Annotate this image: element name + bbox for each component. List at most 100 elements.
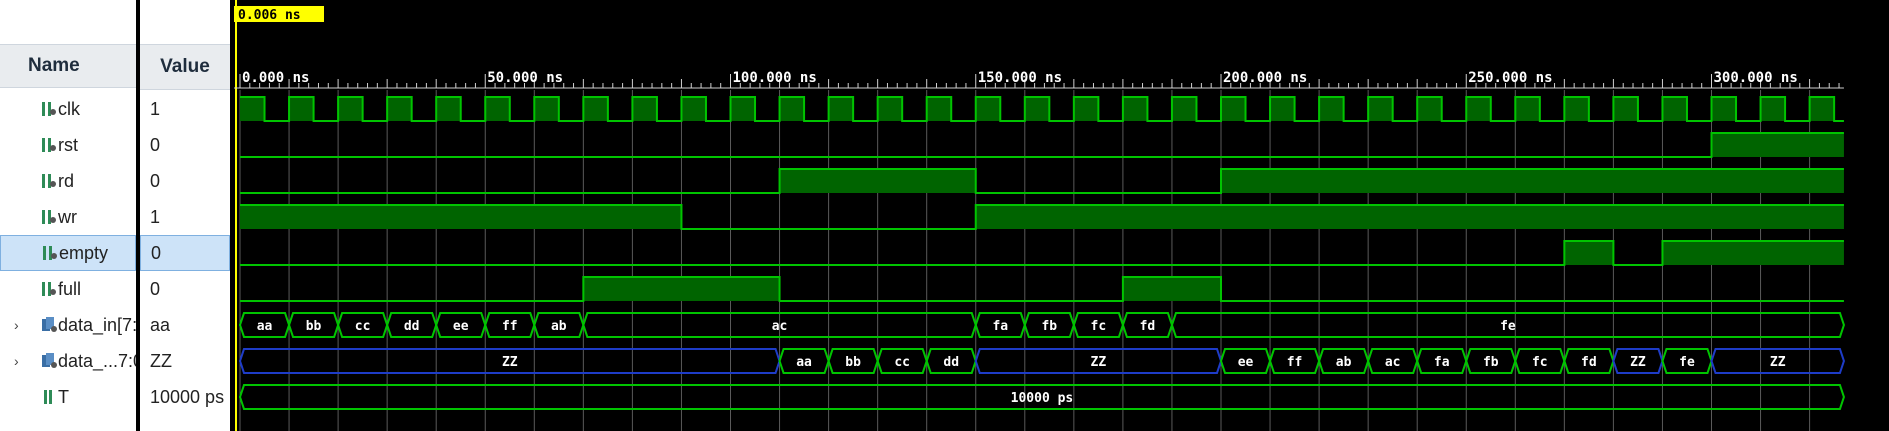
data-out-value: ee [1238,355,1254,370]
wave-high-fill [289,97,314,121]
signal-row-clk[interactable]: clk [0,91,136,127]
signal-icon [40,171,60,191]
wave-high-fill [240,205,682,229]
data-out-value: aa [796,355,812,370]
signal-row-rd[interactable]: rd [0,163,136,199]
ruler-label: 250.000 ns [1468,70,1552,86]
wave-high-fill [240,97,265,121]
wave-high-fill [1466,97,1491,121]
wave-high-fill [1515,97,1540,121]
data-out-value: fb [1483,355,1499,370]
wave-high-fill [975,205,1844,229]
signal-value: 0 [150,170,161,191]
wave-high-fill [1417,97,1442,121]
data-in-value: fc [1091,319,1107,334]
data-out-value: ZZ [1091,355,1107,370]
data-in-value: cc [355,319,371,334]
signal-name: rd [58,170,75,191]
signal-icon [40,99,60,119]
wave-high-fill [1662,241,1844,265]
signal-row-wr[interactable]: wr [0,199,136,235]
wave-high-fill [975,97,1001,121]
wave-high-fill [1564,241,1614,265]
wave-high-fill [1662,97,1687,121]
wave-high-fill [1564,97,1589,121]
wave-high-fill [1711,133,1844,157]
signal-row-datain7[interactable]: › data_in[7: [0,307,136,343]
value-header[interactable]: Value [140,44,230,90]
ruler-label: 150.000 ns [978,70,1062,86]
wave-high-fill [1711,97,1737,121]
signal-row-data70[interactable]: › data_...7:0 [0,343,136,379]
wave-high-fill [632,97,657,121]
signal-value-row[interactable]: aa [140,307,230,343]
ruler-label: 200.000 ns [1223,70,1307,86]
signal-value-row[interactable]: 0 [140,127,230,163]
signal-value: 0 [150,278,161,299]
waveform-panel[interactable]: 0.006 ns 0.000 ns 50.000 ns 100.000 ns 150.0… [234,0,1889,431]
wave-high-fill [1221,97,1246,121]
wave-high-fill [1122,277,1221,301]
waveform-trace[interactable] [240,276,1844,302]
wave-high-fill [779,169,976,193]
data-out-value: bb [845,355,861,370]
signal-value-row[interactable]: 0 [140,235,230,271]
wave-high-fill [534,97,559,121]
signal-name: clk [58,98,80,119]
signal-name: full [58,278,82,299]
data-in-value: fe [1500,319,1516,334]
signal-name: data_...7:0 [58,350,136,371]
signal-value-row[interactable]: 0 [140,163,230,199]
signal-name: rst [58,134,78,155]
waveform-trace[interactable] [240,132,1844,158]
data-out-value: fd [1581,355,1597,370]
waveform-viewer: Name clk rst rd wr empty full › data_in[7: › data… [0,0,1889,431]
signal-row-rst[interactable]: rst [0,127,136,163]
signal-value-row[interactable]: 10000 ps [140,379,230,415]
wave-high-fill [338,97,363,121]
data-in-value: ac [772,319,788,334]
signal-value-row[interactable]: ZZ [140,343,230,379]
expand-chevron-icon[interactable]: › [14,353,19,369]
signal-value-row[interactable]: 1 [140,91,230,127]
signal-value-row[interactable]: 0 [140,271,230,307]
wave-high-fill [681,97,706,121]
signal-name: wr [58,206,77,227]
signal-value: 0 [151,242,162,263]
signal-value-row[interactable]: 1 [140,199,230,235]
ruler-label: 0.000 ns [242,70,309,86]
signal-icon [41,243,61,263]
signal-value: 1 [150,98,161,119]
value-column: Value 1 0 0 1 0 0 aa ZZ 10000 ps [140,0,230,431]
data-out-value: ac [1385,355,1401,370]
data-out-value: cc [894,355,910,370]
signal-row-full[interactable]: full [0,271,136,307]
wave-high-fill [387,97,412,121]
data-in-value: dd [404,319,420,334]
wave-high-fill [583,277,780,301]
data-in-value: ab [551,319,567,334]
data-out-value: ZZ [1770,355,1786,370]
data-in-value: aa [257,319,273,334]
signal-value: 10000 ps [150,386,225,407]
signal-value: 1 [150,206,161,227]
signal-row-empty[interactable]: empty [0,235,136,271]
signal-value: aa [150,314,171,335]
wave-high-fill [1270,97,1295,121]
data-out-value: ZZ [1630,355,1646,370]
signal-row-t[interactable]: T [0,379,136,415]
wave-high-fill [1122,97,1148,121]
wave-high-fill [877,97,903,121]
data-in-value: ff [502,319,518,334]
ruler-label: 100.000 ns [733,70,817,86]
wave-high-fill [583,97,608,121]
expand-chevron-icon[interactable]: › [14,317,19,333]
wave-high-fill [1809,97,1835,121]
signal-name: T [58,386,69,407]
wave-high-fill [1613,97,1638,121]
wave-high-fill [1073,97,1099,121]
wave-high-fill [1368,97,1393,121]
wave-high-fill [1221,169,1844,193]
name-header[interactable]: Name [0,44,136,88]
waveform-canvas[interactable]: 0.006 ns 0.000 ns 50.000 ns 100.000 ns 150.0… [234,0,1889,431]
